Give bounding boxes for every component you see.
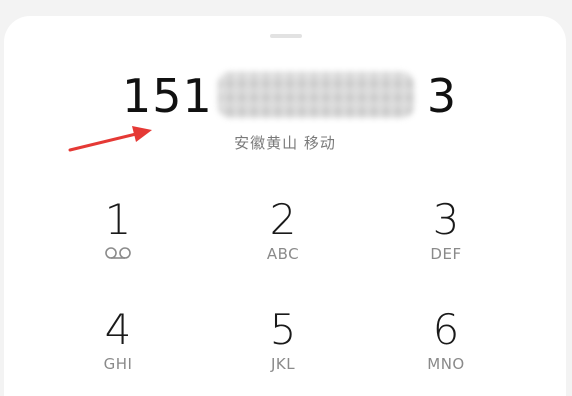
key-3-letters: DEF <box>430 245 462 263</box>
key-6-digit: 6 <box>432 305 460 354</box>
key-5-letters: JKL <box>270 355 296 373</box>
key-2-letters: ABC <box>266 245 300 263</box>
key-2[interactable]: 2 ABC <box>213 196 353 276</box>
dialed-number: 151 3 <box>4 68 566 128</box>
key-4-letters: GHI <box>103 355 133 373</box>
key-6[interactable]: 6 MNO <box>376 306 516 386</box>
key-3-digit: 3 <box>432 195 460 244</box>
key-4[interactable]: 4 GHI <box>48 306 188 386</box>
key-1[interactable]: 1 <box>48 196 188 276</box>
key-3[interactable]: 3 DEF <box>376 196 516 276</box>
number-suffix: 3 <box>426 69 458 123</box>
key-5-digit: 5 <box>269 305 297 354</box>
number-prefix: 151 <box>122 69 213 123</box>
number-location: 安徽黄山 移动 <box>234 134 336 152</box>
key-4-digit: 4 <box>104 305 132 354</box>
key-5[interactable]: 5 JKL <box>213 306 353 386</box>
key-6-letters: MNO <box>427 355 465 373</box>
voicemail-icon <box>105 247 131 259</box>
dialer-sheet: 151 3 安徽黄山 移动 1 2 ABC 3 DEF 4 GHI 5 JKL 6… <box>4 16 566 396</box>
drag-handle[interactable] <box>270 34 302 38</box>
key-2-digit: 2 <box>269 195 297 244</box>
key-1-digit: 1 <box>104 195 132 244</box>
redacted-digits-mask <box>218 72 414 118</box>
